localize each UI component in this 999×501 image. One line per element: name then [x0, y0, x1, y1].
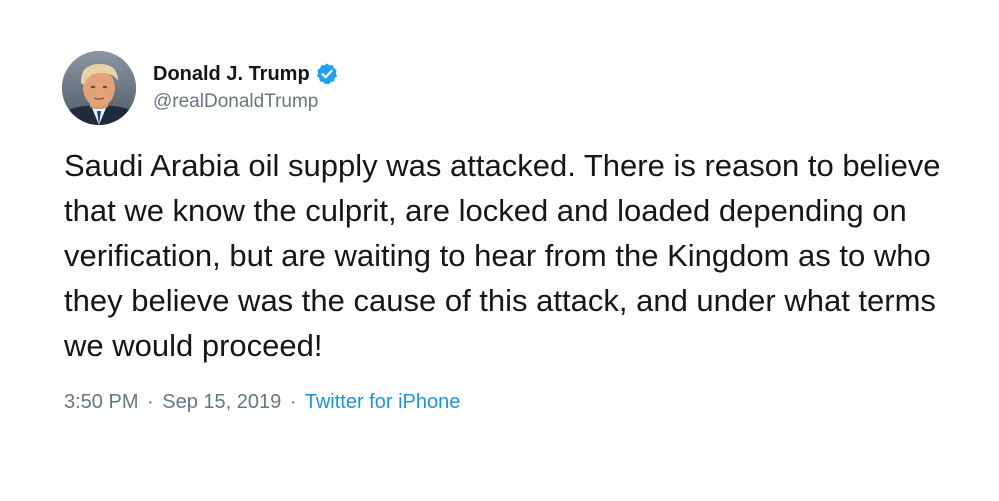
user-handle[interactable]: @realDonaldTrump [153, 91, 318, 113]
meta-separator: · [289, 391, 297, 413]
display-name[interactable]: Donald J. Trump [153, 63, 310, 86]
tweet-date[interactable]: Sep 15, 2019 [162, 391, 281, 413]
verified-badge-icon [315, 62, 339, 86]
tweet-source-link[interactable]: Twitter for iPhone [305, 391, 461, 413]
tweet-time[interactable]: 3:50 PM [64, 391, 138, 413]
avatar-image [62, 51, 136, 125]
avatar[interactable] [62, 51, 136, 125]
tweet-card: Donald J. Trump @realDonaldTrump Saudi A… [0, 0, 999, 501]
tweet-text: Saudi Arabia oil supply was attacked. Th… [64, 148, 941, 363]
meta-separator: · [147, 391, 154, 413]
tweet-meta: 3:50 PM · Sep 15, 2019 · Twitter for iPh… [64, 391, 460, 414]
author-name-row: Donald J. Trump [153, 61, 339, 87]
